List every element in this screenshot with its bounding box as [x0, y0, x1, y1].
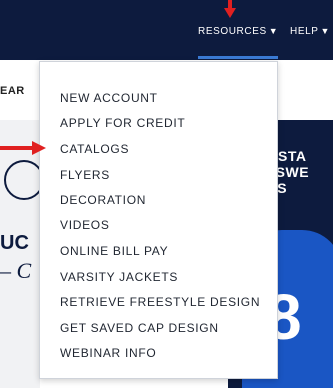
chevron-down-icon: ▼ — [268, 26, 279, 36]
menu-item-videos[interactable]: VIDEOS — [60, 218, 110, 232]
menu-item-get-saved-cap-design[interactable]: GET SAVED CAP DESIGN — [60, 321, 219, 335]
menu-item-decoration[interactable]: DECORATION — [60, 193, 146, 207]
red-down-arrow-icon — [224, 0, 236, 18]
promo-logo-icon — [4, 160, 40, 200]
top-navigation-bar: RESOURCES ▼ HELP ▼ — [0, 0, 333, 60]
active-nav-underline — [198, 56, 278, 59]
nav-help-label: HELP — [290, 26, 319, 37]
chevron-down-icon: ▼ — [320, 26, 331, 36]
nav-help[interactable]: HELP ▼ — [290, 26, 330, 37]
left-promo-banner: UC – C — [0, 120, 40, 388]
menu-item-retrieve-freestyle-design[interactable]: RETRIEVE FREESTYLE DESIGN — [60, 295, 260, 309]
red-right-arrow-icon — [0, 141, 46, 155]
menu-item-new-account[interactable]: NEW ACCOUNT — [60, 91, 158, 105]
menu-item-flyers[interactable]: FLYERS — [60, 168, 110, 182]
menu-item-varsity-jackets[interactable]: VARSITY JACKETS — [60, 270, 178, 284]
nav-resources[interactable]: RESOURCES ▼ — [198, 26, 278, 37]
menu-item-online-bill-pay[interactable]: ONLINE BILL PAY — [60, 244, 168, 258]
menu-item-catalogs[interactable]: CATALOGS — [60, 142, 129, 156]
page-heading-partial: EAR — [0, 85, 25, 97]
nav-resources-label: RESOURCES — [198, 26, 267, 37]
menu-item-apply-for-credit[interactable]: APPLY FOR CREDIT — [60, 116, 185, 130]
left-promo-text-2: – C — [0, 258, 32, 283]
menu-item-webinar-info[interactable]: WEBINAR INFO — [60, 346, 156, 360]
resources-dropdown-menu: NEW ACCOUNT APPLY FOR CREDIT CATALOGS FL… — [39, 61, 278, 379]
left-promo-text-1: UC — [0, 232, 29, 254]
